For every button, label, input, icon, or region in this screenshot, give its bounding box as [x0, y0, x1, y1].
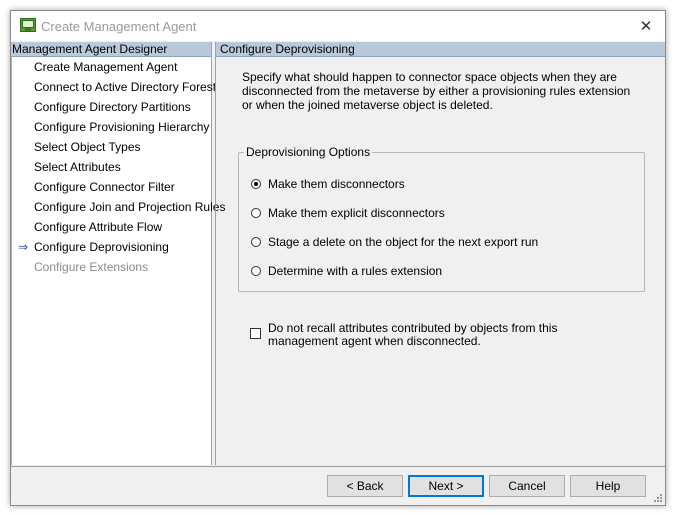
nav-item-label: Create Management Agent: [34, 60, 178, 74]
nav-item-join-projection-rules[interactable]: Configure Join and Projection Rules: [12, 197, 225, 217]
radio-stage-delete[interactable]: Stage a delete on the object for the nex…: [251, 234, 538, 250]
next-button[interactable]: Next >: [408, 475, 484, 497]
nav-item-label: Select Attributes: [34, 160, 121, 174]
designer-nav-header: Management Agent Designer: [11, 42, 211, 57]
management-agent-app-icon: [20, 18, 36, 32]
nav-item-extensions: Configure Extensions: [12, 257, 211, 277]
nav-item-label: Configure Directory Partitions: [34, 100, 191, 114]
nav-item-connector-filter[interactable]: Configure Connector Filter: [12, 177, 211, 197]
designer-nav-panel: Management Agent Designer Create Managem…: [11, 42, 225, 465]
page-title: Configure Deprovisioning: [216, 42, 665, 57]
deprovisioning-page: Configure Deprovisioning Specify what sh…: [215, 42, 665, 465]
nav-item-connect-forest[interactable]: Connect to Active Directory Forest: [12, 77, 216, 97]
nav-item-attributes[interactable]: Select Attributes: [12, 157, 211, 177]
designer-nav-list: Create Management Agent Connect to Activ…: [11, 57, 225, 465]
group-legend: Deprovisioning Options: [244, 145, 373, 159]
deprovisioning-options-group: Deprovisioning Options Make them disconn…: [238, 145, 645, 292]
radio-button[interactable]: [251, 266, 261, 276]
recall-attributes-checkbox[interactable]: [250, 328, 261, 339]
window-title: Create Management Agent: [41, 19, 197, 34]
close-icon: ✕: [639, 18, 653, 35]
radio-make-disconnectors[interactable]: Make them disconnectors: [251, 176, 405, 192]
nav-item-label: Configure Connector Filter: [34, 180, 175, 194]
radio-label: Stage a delete on the object for the nex…: [268, 235, 539, 249]
nav-item-label: Configure Join and Projection Rules: [34, 200, 226, 214]
page-description: Specify what should happen to connector …: [242, 70, 631, 112]
radio-label: Determine with a rules extension: [268, 264, 443, 278]
nav-item-provisioning-hierarchy[interactable]: Configure Provisioning Hierarchy: [12, 117, 211, 137]
nav-item-attribute-flow[interactable]: Configure Attribute Flow: [12, 217, 211, 237]
nav-item-create-management-agent[interactable]: Create Management Agent: [12, 57, 211, 77]
radio-label: Make them disconnectors: [268, 177, 405, 191]
title-bar: Create Management Agent ✕: [11, 11, 665, 41]
nav-item-label: Configure Extensions: [34, 260, 149, 274]
footer-divider: [11, 466, 665, 467]
nav-item-label: Configure Deprovisioning: [34, 240, 169, 254]
nav-item-label: Connect to Active Directory Forest: [34, 80, 217, 94]
nav-item-label: Configure Attribute Flow: [34, 220, 163, 234]
nav-item-label: Select Object Types: [34, 140, 141, 154]
current-step-arrow-icon: ⇒: [18, 240, 29, 254]
help-button[interactable]: Help: [570, 475, 646, 497]
radio-rules-extension[interactable]: Determine with a rules extension: [251, 263, 442, 279]
back-button[interactable]: < Back: [327, 475, 403, 497]
radio-button[interactable]: [251, 208, 261, 218]
nav-item-directory-partitions[interactable]: Configure Directory Partitions: [12, 97, 211, 117]
radio-make-explicit-disconnectors[interactable]: Make them explicit disconnectors: [251, 205, 445, 221]
recall-attributes-option[interactable]: Do not recall attributes contributed by …: [250, 322, 640, 348]
radio-button[interactable]: [251, 179, 261, 189]
checkbox-label: Do not recall attributes contributed by …: [268, 321, 558, 348]
nav-item-label: Configure Provisioning Hierarchy: [34, 120, 210, 134]
cancel-button[interactable]: Cancel: [489, 475, 565, 497]
close-button[interactable]: ✕: [627, 11, 665, 41]
nav-item-deprovisioning[interactable]: ⇒ Configure Deprovisioning: [12, 237, 211, 257]
resize-grip-icon[interactable]: [653, 493, 663, 503]
nav-item-object-types[interactable]: Select Object Types: [12, 137, 211, 157]
radio-button[interactable]: [251, 237, 261, 247]
create-management-agent-dialog: Create Management Agent ✕ Management Age…: [10, 10, 666, 506]
radio-label: Make them explicit disconnectors: [268, 206, 445, 220]
